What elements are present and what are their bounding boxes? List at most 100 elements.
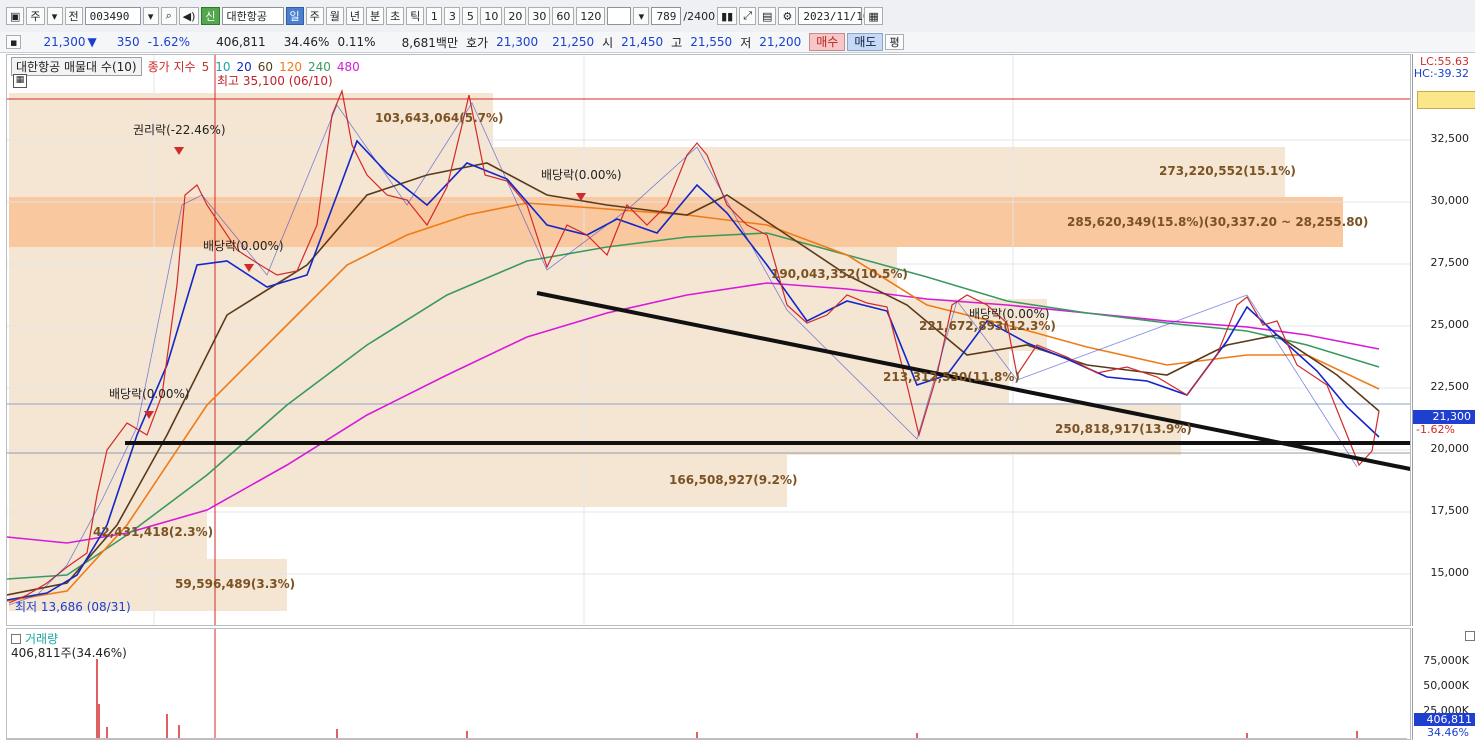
- vol-last-pct: 34.46%: [1427, 726, 1469, 739]
- vp-label-6: 213,312,530(11.8%): [883, 370, 1020, 384]
- min-price-label: 최저 13,686 (08/31): [15, 600, 131, 614]
- turnover-ratio: 0.11%: [337, 35, 376, 49]
- high-label: 고: [671, 35, 683, 50]
- vol-last-flag: 406,811: [1414, 713, 1475, 726]
- y-tick-20000: 20,000: [1430, 442, 1470, 455]
- hc-value: HC:-39.32: [1413, 67, 1469, 80]
- high-price-flag: [1417, 91, 1475, 109]
- ask-price-1: 21,300: [496, 35, 539, 49]
- stock-code-input[interactable]: 003490: [84, 7, 141, 25]
- interval-30[interactable]: 30: [528, 7, 551, 25]
- search-icon[interactable]: ⌕: [160, 7, 177, 25]
- toolbar: ▣ 주 ▾ 전 003490 ▾ ⌕ ◀) 신 대한항공 일 주 월 년 분 초…: [0, 0, 1475, 33]
- toolbar-row: ▣ 주 ▾ 전 003490 ▾ ⌕ ◀) 신 대한항공 일 주 월 년 분 초…: [0, 5, 883, 27]
- vp-label-10: 59,596,489(3.3%): [175, 577, 296, 591]
- open-label: 시: [602, 35, 614, 50]
- date-input[interactable]: 2023/11/10: [798, 7, 870, 25]
- price-change-pct: -1.62%: [147, 35, 191, 49]
- volume-axis: 75,000K 50,000K 25,000K 406,811 34.46%: [1412, 628, 1475, 740]
- volume-bars: [7, 629, 1407, 739]
- bar-total: /2400: [683, 9, 716, 23]
- high-price: 21,550: [690, 35, 733, 49]
- open-price: 21,450: [621, 35, 664, 49]
- sell-button[interactable]: 매도: [847, 33, 884, 51]
- price-chart-svg: [7, 55, 1410, 625]
- zoom-icon[interactable]: ⤢: [739, 7, 757, 25]
- y-tick-25000: 25,000: [1430, 318, 1470, 331]
- tab-week[interactable]: 주: [305, 7, 324, 25]
- y-tick-30000: 30,000: [1430, 194, 1470, 207]
- y-tick-27500: 27,500: [1430, 256, 1470, 269]
- y-tick-22500: 22,500: [1430, 380, 1470, 393]
- vol-tick-75000k: 75,000K: [1423, 654, 1469, 667]
- vp-label-8: 166,508,927(9.2%): [669, 473, 798, 487]
- ask-price-2: 21,250: [552, 35, 595, 49]
- last-price-flag: 21,300: [1413, 410, 1475, 424]
- vp-label-9: 42,431,418(2.3%): [93, 525, 214, 539]
- calendar-icon[interactable]: ▦: [864, 7, 883, 25]
- save-icon[interactable]: ▤: [758, 7, 777, 25]
- tab-month[interactable]: 월: [325, 7, 344, 25]
- gear-icon[interactable]: ⚙: [778, 7, 797, 25]
- interval-120[interactable]: 120: [576, 7, 606, 25]
- low-label: 저: [740, 35, 752, 50]
- vp-label-4: 190,043,352(10.5%): [771, 267, 908, 281]
- quote-bar: ▪ 21,300 ▼ 350 -1.62% 406,811 34.46% 0.1…: [0, 32, 1475, 53]
- interval-10[interactable]: 10: [480, 7, 503, 25]
- vp-label-3: 285,620,349(15.8%)(30,337.20 ~ 28,255.80…: [1067, 215, 1369, 229]
- ask-label: 호가: [466, 35, 489, 50]
- vp-label-1: 103,643,064(5.7%): [375, 111, 504, 125]
- prev-code-button[interactable]: 전: [64, 7, 83, 25]
- interval-custom-input[interactable]: [607, 7, 632, 25]
- tab-second[interactable]: 초: [386, 7, 405, 25]
- vp-label-5: 221,672,893(12.3%): [919, 319, 1056, 333]
- price-chart[interactable]: 대한항공 매물대 수(10) 종가 지수 5 10 20 60 120 240 …: [6, 54, 1411, 626]
- volume-value: 406,811: [216, 35, 266, 49]
- y-tick-32500: 32,500: [1430, 132, 1470, 145]
- chevron-down-icon[interactable]: ▾: [46, 7, 63, 25]
- window-icon[interactable]: ▣: [6, 7, 25, 25]
- tab-tick[interactable]: 틱: [406, 7, 425, 25]
- current-price: 21,300: [43, 35, 86, 49]
- sound-icon[interactable]: ◀): [178, 7, 200, 25]
- tab-day[interactable]: 일: [285, 7, 304, 25]
- eval-button[interactable]: 평: [885, 34, 904, 50]
- table-icon[interactable]: ▦: [13, 74, 27, 88]
- tab-year[interactable]: 년: [345, 7, 365, 25]
- interval-1[interactable]: 1: [426, 7, 443, 25]
- event-rights-label: 권리락(-22.46%): [133, 123, 226, 137]
- vp-band-4: [9, 247, 897, 299]
- candle-icon[interactable]: ▮▮: [717, 7, 738, 25]
- volume-chart[interactable]: 거래량 406,811주(34.46%): [6, 628, 1411, 740]
- bar-count-input[interactable]: 789: [651, 7, 682, 25]
- price-change: 350: [116, 35, 140, 49]
- vp-band-2: [9, 147, 1285, 197]
- interval-20[interactable]: 20: [504, 7, 527, 25]
- pane-close-icon[interactable]: [1465, 631, 1475, 641]
- vol-tick-50000k: 50,000K: [1423, 679, 1469, 692]
- ma-480-label[interactable]: 480: [337, 60, 360, 74]
- code-type-button[interactable]: 주: [26, 7, 45, 25]
- interval-60[interactable]: 60: [552, 7, 575, 25]
- ma-5-label[interactable]: 5: [202, 60, 210, 74]
- interval-3[interactable]: 3: [444, 7, 461, 25]
- volume-ratio: 34.46%: [283, 35, 330, 49]
- tab-minute[interactable]: 분: [366, 7, 385, 25]
- max-price-label: 최고 35,100 (06/10): [217, 74, 333, 88]
- event-dividend-label-2: 배당락(0.00%): [109, 387, 190, 401]
- interval-5[interactable]: 5: [462, 7, 479, 25]
- chart-title-tag[interactable]: 대한항공 매물대 수(10): [11, 57, 142, 76]
- down-arrow-icon: ▼: [87, 35, 97, 49]
- vp-label-2: 273,220,552(15.1%): [1159, 164, 1296, 178]
- last-price-pct: -1.62%: [1416, 423, 1455, 436]
- vp-label-7: 250,818,917(13.9%): [1055, 422, 1192, 436]
- ma-label: 종가 지수: [147, 60, 196, 74]
- chevron-down-icon[interactable]: ▾: [633, 7, 650, 25]
- stock-name-field[interactable]: 대한항공: [221, 7, 284, 25]
- chevron-down-icon[interactable]: ▾: [142, 7, 159, 25]
- stock-badge: 신: [201, 7, 220, 25]
- pin-icon[interactable]: ▪: [6, 35, 22, 49]
- y-tick-15000: 15,000: [1430, 566, 1470, 579]
- buy-button[interactable]: 매수: [809, 33, 846, 51]
- trade-amount: 8,681백만: [401, 35, 459, 50]
